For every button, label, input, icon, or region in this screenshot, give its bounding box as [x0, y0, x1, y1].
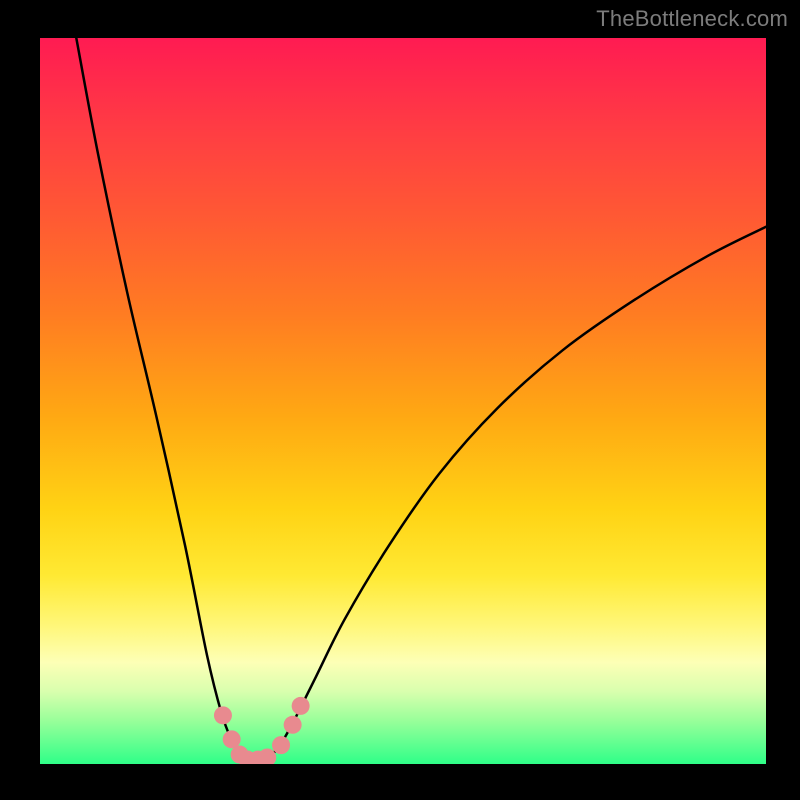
bottleneck-marker	[284, 716, 302, 734]
chart-frame: TheBottleneck.com	[0, 0, 800, 800]
bottleneck-curve	[76, 38, 766, 761]
watermark-text: TheBottleneck.com	[596, 6, 788, 32]
bottleneck-marker	[214, 706, 232, 724]
bottleneck-marker	[292, 697, 310, 715]
bottleneck-marker	[272, 736, 290, 754]
bottleneck-marker	[223, 730, 241, 748]
chart-svg	[40, 38, 766, 764]
bottleneck-marker	[258, 748, 276, 764]
plot-area	[40, 38, 766, 764]
